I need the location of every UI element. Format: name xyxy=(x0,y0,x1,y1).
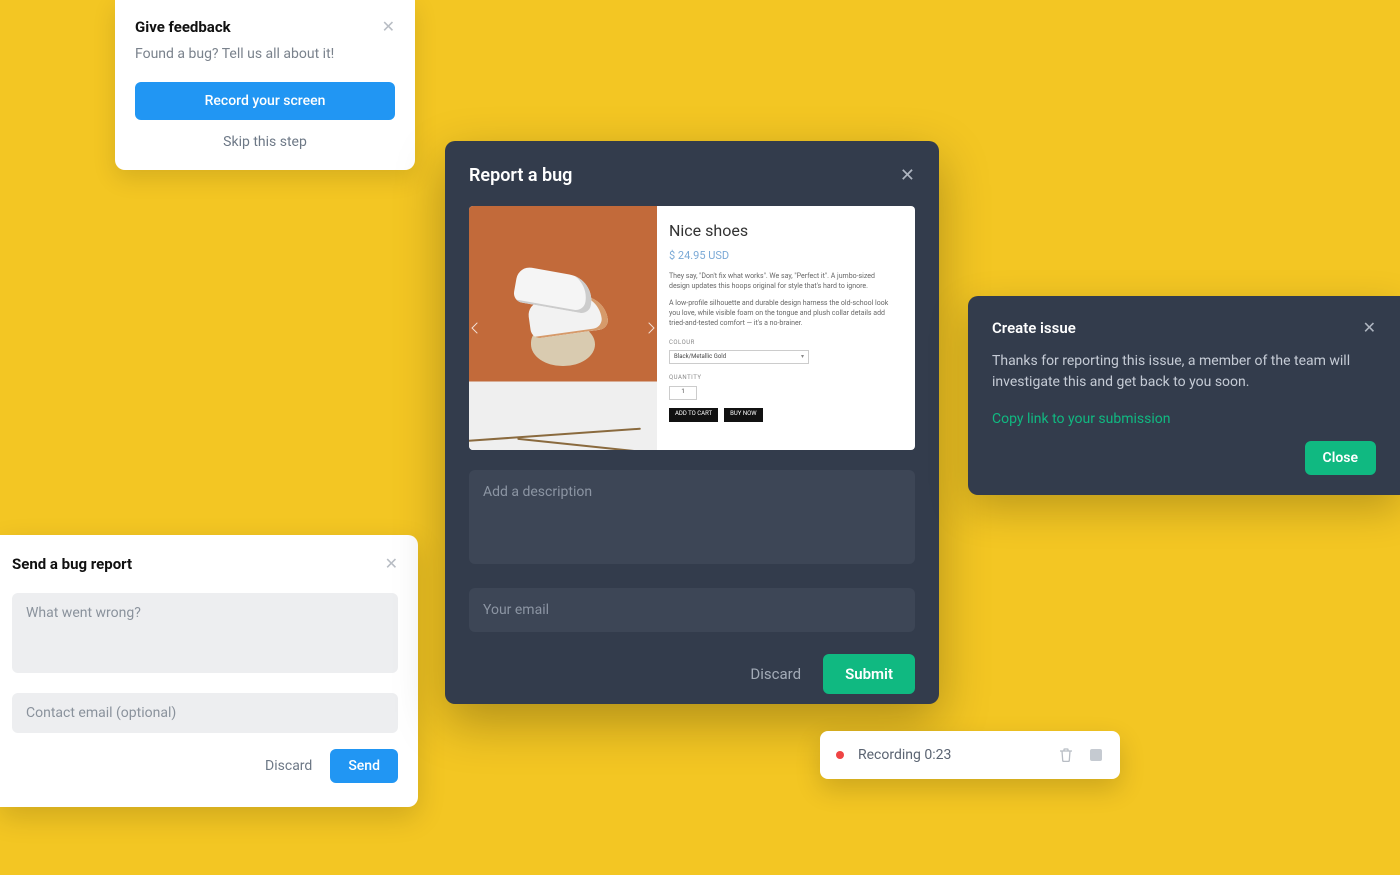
add-to-cart-button[interactable]: ADD TO CART xyxy=(669,408,718,422)
create-issue-title: Create issue xyxy=(992,319,1076,337)
create-issue-card: Create issue ✕ Thanks for reporting this… xyxy=(968,296,1400,495)
product-title: Nice shoes xyxy=(669,220,897,242)
report-bug-title: Report a bug xyxy=(469,165,572,186)
record-dot-icon xyxy=(836,751,844,759)
feedback-subtitle: Found a bug? Tell us all about it! xyxy=(135,46,395,62)
product-description-1: They say, "Don't fix what works". We say… xyxy=(669,272,897,292)
copy-submission-link[interactable]: Copy link to your submission xyxy=(992,411,1376,427)
close-icon[interactable]: ✕ xyxy=(385,556,398,572)
close-icon[interactable]: ✕ xyxy=(900,165,915,186)
quantity-label: QUANTITY xyxy=(669,374,897,382)
colour-value: Black/Metallic Gold xyxy=(674,353,726,361)
recording-text: Recording 0:23 xyxy=(858,747,1058,763)
chevron-down-icon: ▾ xyxy=(801,353,804,361)
quantity-input[interactable]: 1 xyxy=(669,386,697,400)
close-icon[interactable]: ✕ xyxy=(382,19,395,35)
colour-label: COLOUR xyxy=(669,339,897,347)
bug-description-input[interactable] xyxy=(12,593,398,673)
close-icon[interactable]: ✕ xyxy=(1363,318,1376,337)
give-feedback-card: Give feedback ✕ Found a bug? Tell us all… xyxy=(115,0,415,170)
discard-button[interactable]: Discard xyxy=(750,665,801,683)
trash-icon[interactable] xyxy=(1058,747,1074,763)
feedback-title: Give feedback xyxy=(135,18,231,36)
contact-email-input[interactable] xyxy=(12,693,398,733)
buy-now-button[interactable]: BUY NOW xyxy=(724,408,762,422)
send-button[interactable]: Send xyxy=(330,749,398,783)
report-a-bug-card: Report a bug ✕ Nice shoes $ 24.95 USD Th… xyxy=(445,141,939,704)
send-bug-report-card: Send a bug report ✕ Discard Send xyxy=(0,535,418,807)
report-email-input[interactable] xyxy=(469,588,915,632)
product-image xyxy=(469,206,657,450)
discard-button[interactable]: Discard xyxy=(265,758,312,774)
product-price: $ 24.95 USD xyxy=(669,248,897,263)
submit-button[interactable]: Submit xyxy=(823,654,915,694)
stop-icon[interactable] xyxy=(1088,747,1104,763)
bug-report-title: Send a bug report xyxy=(12,555,132,573)
colour-select[interactable]: Black/Metallic Gold ▾ xyxy=(669,350,809,364)
carousel-next-icon[interactable] xyxy=(643,322,654,333)
screenshot-preview: Nice shoes $ 24.95 USD They say, "Don't … xyxy=(469,206,915,450)
skip-step-link[interactable]: Skip this step xyxy=(135,134,395,150)
report-description-input[interactable] xyxy=(469,470,915,564)
recording-indicator: Recording 0:23 xyxy=(820,731,1120,779)
product-description-2: A low-profile silhouette and durable des… xyxy=(669,299,897,328)
carousel-prev-icon[interactable] xyxy=(471,322,482,333)
close-button[interactable]: Close xyxy=(1305,441,1376,475)
create-issue-body: Thanks for reporting this issue, a membe… xyxy=(992,351,1376,393)
record-screen-button[interactable]: Record your screen xyxy=(135,82,395,120)
